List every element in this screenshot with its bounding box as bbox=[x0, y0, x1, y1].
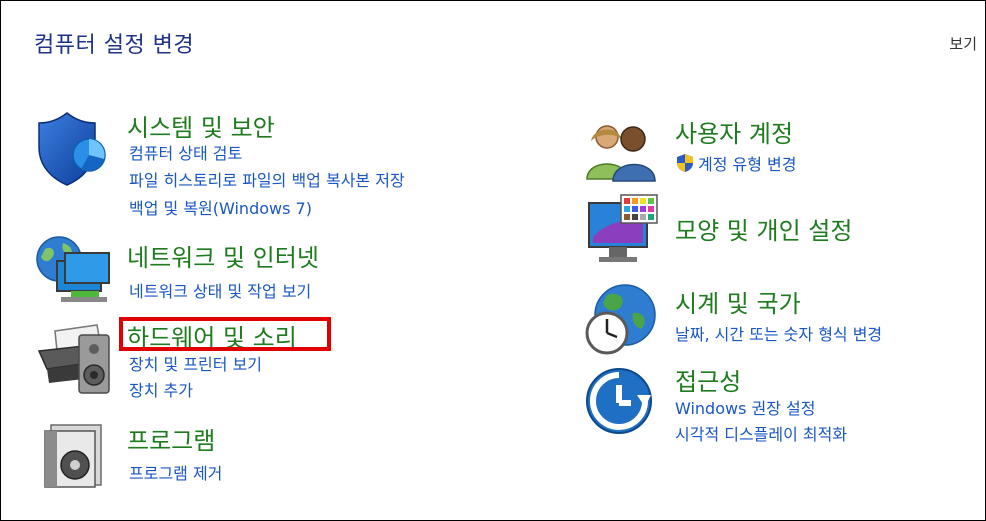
clock-globe-icon[interactable] bbox=[583, 283, 659, 357]
ease-of-access-icon[interactable] bbox=[585, 365, 655, 437]
link-windows-recommended-settings[interactable]: Windows 권장 설정 bbox=[675, 395, 815, 419]
control-panel-window: 컴퓨터 설정 변경 보기 시스템 및 보안 컴퓨터 상태 검토 파일 히스토리로… bbox=[0, 0, 986, 521]
link-change-date-time-number-format[interactable]: 날짜, 시간 또는 숫자 형식 변경 bbox=[675, 321, 882, 345]
link-add-device[interactable]: 장치 추가 bbox=[129, 377, 193, 401]
link-change-account-type-label: 계정 유형 변경 bbox=[698, 155, 797, 174]
link-optimize-visual-display[interactable]: 시각적 디스플레이 최적화 bbox=[675, 421, 847, 445]
program-disc-icon[interactable] bbox=[41, 419, 105, 489]
category-ease-of-access[interactable]: 접근성 bbox=[675, 362, 741, 397]
link-devices-printers[interactable]: 장치 및 프린터 보기 bbox=[129, 351, 262, 375]
network-globe-icon[interactable] bbox=[35, 235, 111, 307]
page-title: 컴퓨터 설정 변경 bbox=[34, 33, 195, 58]
category-appearance-personalization[interactable]: 모양 및 개인 설정 bbox=[675, 211, 852, 246]
link-file-history-backup[interactable]: 파일 히스토리로 파일의 백업 복사본 저장 bbox=[129, 167, 405, 191]
link-network-status-tasks[interactable]: 네트워크 상태 및 작업 보기 bbox=[129, 278, 311, 302]
category-user-accounts[interactable]: 사용자 계정 bbox=[675, 114, 793, 149]
display-palette-icon[interactable] bbox=[585, 193, 661, 267]
category-programs[interactable]: 프로그램 bbox=[127, 421, 215, 456]
category-hardware-sound[interactable]: 하드웨어 및 소리 bbox=[127, 318, 297, 353]
uac-shield-icon bbox=[677, 154, 693, 172]
view-by-label[interactable]: 보기 bbox=[949, 33, 977, 54]
category-system-security[interactable]: 시스템 및 보안 bbox=[127, 108, 275, 143]
users-icon[interactable] bbox=[585, 119, 657, 183]
link-review-computer-status[interactable]: 컴퓨터 상태 검토 bbox=[129, 140, 242, 164]
security-shield-icon[interactable] bbox=[37, 111, 109, 187]
link-change-account-type[interactable]: 계정 유형 변경 bbox=[675, 151, 797, 175]
printer-speaker-icon[interactable] bbox=[35, 321, 113, 397]
link-backup-restore-win7[interactable]: 백업 및 복원(Windows 7) bbox=[129, 195, 312, 219]
link-uninstall-program[interactable]: 프로그램 제거 bbox=[129, 460, 222, 484]
category-clock-region[interactable]: 시계 및 국가 bbox=[675, 284, 801, 319]
category-network-internet[interactable]: 네트워크 및 인터넷 bbox=[127, 238, 319, 273]
